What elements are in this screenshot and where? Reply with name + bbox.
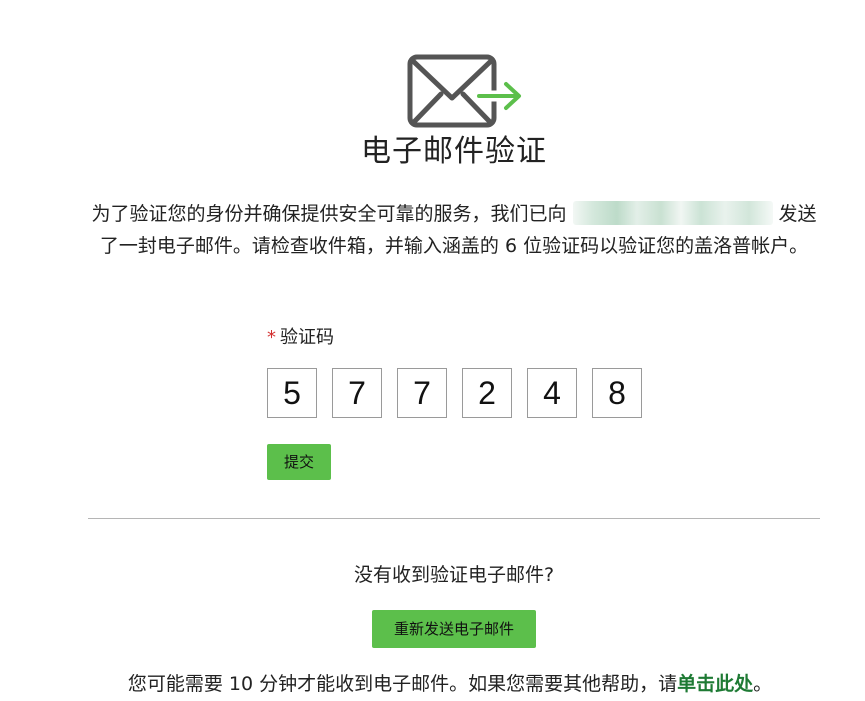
verification-code-label: * 验证码 [267,326,334,350]
verification-code-label-text: 验证码 [280,327,334,348]
envelope-arrow-icon [407,54,521,128]
required-mark: * [267,327,276,348]
redacted-email [572,201,773,225]
intro-text-before-email: 为了验证您的身份并确保提供安全可靠的服务，我们已向 [91,203,567,225]
divider [88,518,820,519]
code-digit-6[interactable]: 8 [592,368,642,418]
verification-code-inputs: 5 7 7 2 4 8 [267,368,642,418]
intro-text: 为了验证您的身份并确保提供安全可靠的服务，我们已向 发送了一封电子邮件。请检查收… [88,198,820,262]
page-title: 电子邮件验证 [361,134,547,169]
resend-email-button[interactable]: 重新发送电子邮件 [372,610,536,648]
help-text: 您可能需要 10 分钟才能收到电子邮件。如果您需要其他帮助，请单击此处。 [0,670,865,698]
code-digit-5[interactable]: 4 [527,368,577,418]
code-digit-2[interactable]: 7 [332,368,382,418]
help-link[interactable]: 单击此处 [677,673,753,695]
help-text-end: 。 [753,673,773,695]
code-digit-1[interactable]: 5 [267,368,317,418]
help-text-body: 您可能需要 10 分钟才能收到电子邮件。如果您需要其他帮助，请 [127,673,678,695]
submit-button[interactable]: 提交 [267,444,331,480]
no-email-question: 没有收到验证电子邮件? [353,564,555,586]
code-digit-3[interactable]: 7 [397,368,447,418]
code-digit-4[interactable]: 2 [462,368,512,418]
